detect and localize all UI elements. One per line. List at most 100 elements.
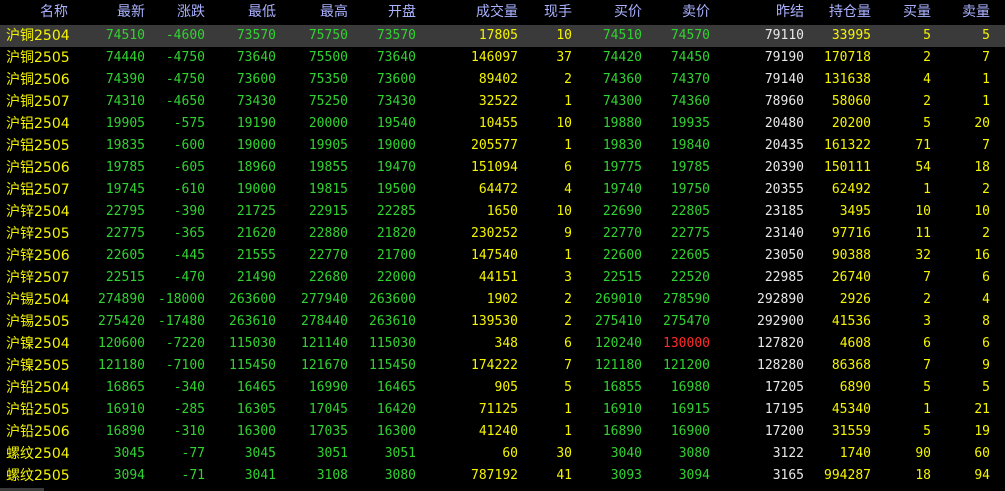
cell-open: 263600 [369, 292, 416, 307]
cell-low: 115030 [229, 336, 276, 351]
cell-open: 16420 [376, 402, 416, 417]
cell-bid-volume: 11 [915, 226, 931, 241]
table-row[interactable]: 沪铝2506 19785 -605 18960 19855 19470 151094 6 197… [0, 157, 1005, 179]
header-open-interest[interactable]: 持仓量 [829, 0, 871, 25]
cell-change: -605 [173, 160, 205, 175]
table-row[interactable]: 沪铅2505 16910 -285 16305 17045 16420 71125 1 1691… [0, 399, 1005, 421]
cell-volume: 71125 [478, 402, 518, 417]
cell-prev-settle: 23050 [764, 248, 804, 263]
cell-current-hand: 1 [564, 424, 572, 439]
cell-volume: 89402 [478, 72, 518, 87]
cell-open: 19470 [376, 160, 416, 175]
header-volume[interactable]: 成交量 [476, 0, 518, 25]
header-name[interactable]: 名称 [40, 0, 68, 25]
cell-current-hand: 30 [556, 446, 572, 461]
header-change[interactable]: 涨跌 [177, 0, 205, 25]
header-ask[interactable]: 卖价 [682, 0, 710, 25]
cell-high: 75750 [308, 28, 348, 43]
cell-latest: 120600 [98, 336, 145, 351]
table-row[interactable]: 沪锌2504 22795 -390 21725 22915 22285 1650 10 2269… [0, 201, 1005, 223]
cell-low: 19190 [236, 116, 276, 131]
cell-bid: 16855 [602, 380, 642, 395]
cell-high: 16990 [308, 380, 348, 395]
table-row[interactable]: 沪锡2504 274890 -18000 263600 277940 263600 1902… [0, 289, 1005, 311]
header-current-hand[interactable]: 现手 [544, 0, 572, 25]
header-open[interactable]: 开盘 [388, 0, 416, 25]
cell-open: 115450 [369, 358, 416, 373]
header-prev-settle[interactable]: 昨结 [776, 0, 804, 25]
cell-latest: 16910 [105, 402, 145, 417]
table-row[interactable]: 沪铅2504 16865 -340 16465 16990 16465 905 5 16855 1… [0, 377, 1005, 399]
cell-bid: 74420 [602, 50, 642, 65]
cell-ask: 121200 [663, 358, 710, 373]
table-row[interactable]: 沪锌2505 22775 -365 21620 22880 21820 230252 9 227… [0, 223, 1005, 245]
cell-latest: 274890 [98, 292, 145, 307]
cell-high: 278440 [301, 314, 348, 329]
cell-ask: 74360 [670, 94, 710, 109]
cell-open: 73570 [376, 28, 416, 43]
cell-change: -365 [173, 226, 205, 241]
cell-name: 沪锡2505 [6, 314, 70, 330]
cell-bid-volume: 71 [915, 138, 931, 153]
cell-ask: 19840 [670, 138, 710, 153]
cell-ask: 275470 [663, 314, 710, 329]
cell-prev-settle: 3165 [772, 468, 804, 483]
cell-latest: 16890 [105, 424, 145, 439]
cell-volume: 151094 [471, 160, 518, 175]
table-row[interactable]: 沪镍2504 120600 -7220 115030 121140 115030 348 6 1… [0, 333, 1005, 355]
cell-change: -71 [181, 468, 205, 483]
cell-low: 73570 [236, 28, 276, 43]
cell-change: -390 [173, 204, 205, 219]
cell-high: 22915 [308, 204, 348, 219]
header-high[interactable]: 最高 [320, 0, 348, 25]
cell-latest: 74510 [105, 28, 145, 43]
cell-ask: 74570 [670, 28, 710, 43]
table-row[interactable]: 沪铅2506 16890 -310 16300 17035 16300 41240 1 1689… [0, 421, 1005, 443]
table-row[interactable]: 螺纹2504 3045 -77 3045 3051 3051 60 30 3040 3080 312… [0, 443, 1005, 465]
cell-open-interest: 2926 [839, 292, 871, 307]
table-row[interactable]: 沪锌2507 22515 -470 21490 22680 22000 44151 3 2251… [0, 267, 1005, 289]
cell-prev-settle: 17205 [764, 380, 804, 395]
cell-volume: 174222 [471, 358, 518, 373]
cell-open-interest: 90388 [831, 248, 871, 263]
cell-current-hand: 2 [564, 314, 572, 329]
cell-name: 沪铜2505 [6, 50, 70, 66]
cell-prev-settle: 79140 [764, 72, 804, 87]
table-row[interactable]: 沪铜2505 74440 -4750 73640 75500 73640 146097 37 7… [0, 47, 1005, 69]
cell-high: 19855 [308, 160, 348, 175]
cell-name: 沪铜2504 [6, 28, 70, 44]
cell-high: 19815 [308, 182, 348, 197]
cell-change: -310 [173, 424, 205, 439]
cell-open-interest: 33995 [831, 28, 871, 43]
table-row[interactable]: 沪铜2504 74510 -4600 73570 75750 73570 17805 10 74… [0, 25, 1005, 47]
header-bid[interactable]: 买价 [614, 0, 642, 25]
cell-volume: 147540 [471, 248, 518, 263]
table-row[interactable]: 沪铝2505 19835 -600 19000 19905 19000 205577 1 198… [0, 135, 1005, 157]
cell-low: 73640 [236, 50, 276, 65]
header-low[interactable]: 最低 [248, 0, 276, 25]
futures-quote-board: 名称 最新 涨跌 最低 最高 开盘 成交量 现手 买价 卖价 昨结 持仓量 买量… [0, 0, 1005, 491]
cell-ask: 19785 [670, 160, 710, 175]
cell-ask-volume: 5 [982, 28, 990, 43]
cell-current-hand: 37 [556, 50, 572, 65]
table-row[interactable]: 沪镍2505 121180 -7100 115450 121670 115450 17422… [0, 355, 1005, 377]
header-bid-volume[interactable]: 买量 [903, 0, 931, 25]
table-row[interactable]: 螺纹2505 3094 -71 3041 3108 3080 787192 41 3093 309… [0, 465, 1005, 487]
table-row[interactable]: 沪铝2507 19745 -610 19000 19815 19500 64472 4 1974… [0, 179, 1005, 201]
cell-current-hand: 7 [564, 358, 572, 373]
cell-name: 沪铅2504 [6, 380, 70, 396]
cell-volume: 17805 [478, 28, 518, 43]
table-row[interactable]: 沪铜2506 74390 -4750 73600 75350 73600 89402 2 743… [0, 69, 1005, 91]
cell-open: 19540 [376, 116, 416, 131]
header-ask-volume[interactable]: 卖量 [962, 0, 990, 25]
cell-open-interest: 58060 [831, 94, 871, 109]
table-row[interactable]: 沪铝2504 19905 -575 19190 20000 19540 10455 10 198… [0, 113, 1005, 135]
table-row[interactable]: 沪锌2506 22605 -445 21555 22770 21700 147540 1 226… [0, 245, 1005, 267]
cell-current-hand: 2 [564, 292, 572, 307]
cell-high: 19905 [308, 138, 348, 153]
table-row[interactable]: 沪锡2505 275420 -17480 263610 278440 263610 1395… [0, 311, 1005, 333]
cell-low: 263610 [229, 314, 276, 329]
cell-open: 3051 [384, 446, 416, 461]
header-latest[interactable]: 最新 [117, 0, 145, 25]
table-row[interactable]: 沪铜2507 74310 -4650 73430 75250 73430 32522 1 743… [0, 91, 1005, 113]
